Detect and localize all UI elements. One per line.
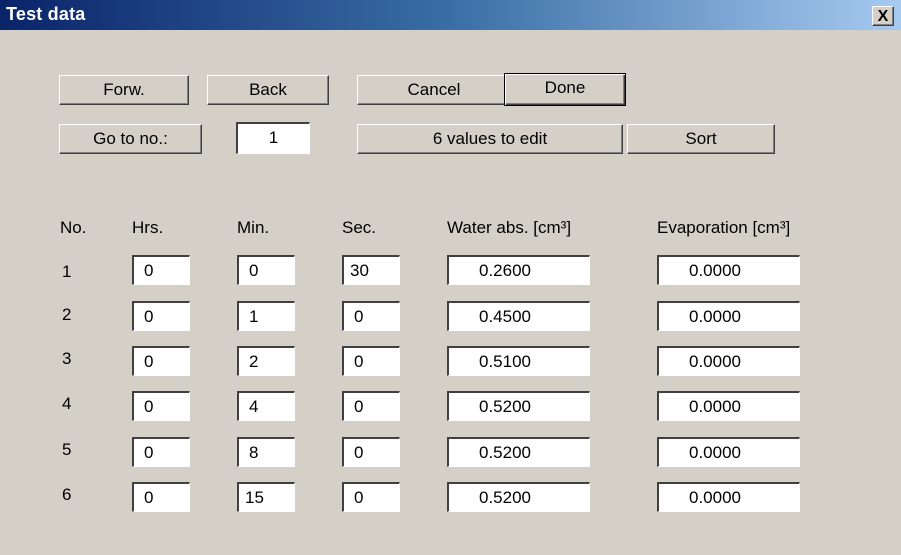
hours-field[interactable]: 0 bbox=[132, 346, 190, 376]
water-abs-field[interactable]: 0.5100 bbox=[447, 346, 590, 376]
water-abs-value: 0.5200 bbox=[479, 488, 531, 507]
seconds-field[interactable]: 0 bbox=[342, 346, 400, 376]
hours-value: 0 bbox=[144, 488, 154, 507]
seconds-value: 0 bbox=[354, 352, 364, 371]
values-to-edit-button[interactable]: 6 values to edit bbox=[357, 124, 623, 154]
water-abs-field[interactable]: 0.5200 bbox=[447, 437, 590, 467]
water-abs-value: 0.4500 bbox=[479, 307, 531, 326]
seconds-value: 30 bbox=[350, 261, 369, 280]
seconds-field[interactable]: 30 bbox=[342, 255, 400, 285]
hours-value: 0 bbox=[144, 307, 154, 326]
evaporation-value: 0.0000 bbox=[689, 397, 741, 416]
water-abs-field[interactable]: 0.5200 bbox=[447, 482, 590, 512]
header-seconds: Sec. bbox=[342, 218, 377, 237]
hours-field[interactable]: 0 bbox=[132, 482, 190, 512]
seconds-value: 0 bbox=[354, 443, 364, 462]
water-abs-field[interactable]: 0.5200 bbox=[447, 391, 590, 421]
minutes-field[interactable]: 15 bbox=[237, 482, 295, 512]
row-number: 6 bbox=[62, 485, 72, 504]
minutes-value: 8 bbox=[249, 443, 259, 462]
evaporation-field[interactable]: 0.0000 bbox=[657, 482, 800, 512]
row-number: 2 bbox=[62, 305, 72, 324]
seconds-field[interactable]: 0 bbox=[342, 301, 400, 331]
evaporation-value: 0.0000 bbox=[689, 307, 741, 326]
minutes-value: 1 bbox=[249, 307, 259, 326]
water-abs-value: 0.5200 bbox=[479, 443, 531, 462]
evaporation-value: 0.0000 bbox=[689, 261, 741, 280]
water-abs-field[interactable]: 0.4500 bbox=[447, 301, 590, 331]
back-button[interactable]: Back bbox=[207, 75, 329, 105]
window-title: Test data bbox=[6, 4, 86, 24]
go-to-number-input[interactable]: 1 bbox=[236, 122, 310, 154]
hours-field[interactable]: 0 bbox=[132, 301, 190, 331]
row-number: 4 bbox=[62, 394, 72, 413]
seconds-value: 0 bbox=[354, 397, 364, 416]
hours-field[interactable]: 0 bbox=[132, 437, 190, 467]
seconds-field[interactable]: 0 bbox=[342, 437, 400, 467]
seconds-value: 0 bbox=[354, 488, 364, 507]
sort-button[interactable]: Sort bbox=[627, 124, 775, 154]
minutes-value: 15 bbox=[245, 488, 264, 507]
hours-value: 0 bbox=[144, 352, 154, 371]
header-hours: Hrs. bbox=[132, 218, 164, 237]
minutes-value: 0 bbox=[249, 261, 259, 280]
minutes-field[interactable]: 4 bbox=[237, 391, 295, 421]
evaporation-field[interactable]: 0.0000 bbox=[657, 301, 800, 331]
evaporation-field[interactable]: 0.0000 bbox=[657, 255, 800, 285]
minutes-value: 4 bbox=[249, 397, 259, 416]
minutes-value: 2 bbox=[249, 352, 259, 371]
cancel-button[interactable]: Cancel bbox=[357, 75, 511, 105]
minutes-field[interactable]: 1 bbox=[237, 301, 295, 331]
minutes-field[interactable]: 8 bbox=[237, 437, 295, 467]
evaporation-field[interactable]: 0.0000 bbox=[657, 346, 800, 376]
minutes-field[interactable]: 2 bbox=[237, 346, 295, 376]
water-abs-field[interactable]: 0.2600 bbox=[447, 255, 590, 285]
minutes-field[interactable]: 0 bbox=[237, 255, 295, 285]
evaporation-field[interactable]: 0.0000 bbox=[657, 437, 800, 467]
test-data-dialog: Test data X Forw. Back Cancel Done Go to… bbox=[0, 0, 901, 555]
header-minutes: Min. bbox=[237, 218, 270, 237]
evaporation-value: 0.0000 bbox=[689, 443, 741, 462]
seconds-field[interactable]: 0 bbox=[342, 391, 400, 421]
hours-value: 0 bbox=[144, 397, 154, 416]
close-button[interactable]: X bbox=[872, 6, 894, 26]
go-to-number-value: 1 bbox=[268, 128, 279, 147]
evaporation-field[interactable]: 0.0000 bbox=[657, 391, 800, 421]
forward-button[interactable]: Forw. bbox=[59, 75, 189, 105]
seconds-value: 0 bbox=[354, 307, 364, 326]
go-to-number-button[interactable]: Go to no.: bbox=[59, 124, 202, 154]
title-bar: Test data X bbox=[0, 0, 901, 30]
hours-field[interactable]: 0 bbox=[132, 255, 190, 285]
water-abs-value: 0.5100 bbox=[479, 352, 531, 371]
evaporation-value: 0.0000 bbox=[689, 488, 741, 507]
hours-value: 0 bbox=[144, 261, 154, 280]
header-no: No. bbox=[60, 218, 87, 237]
hours-field[interactable]: 0 bbox=[132, 391, 190, 421]
header-water-abs: Water abs. [cm³] bbox=[447, 218, 572, 237]
done-button[interactable]: Done bbox=[504, 73, 626, 106]
row-number: 3 bbox=[62, 349, 72, 368]
header-evaporation: Evaporation [cm³] bbox=[657, 218, 791, 237]
hours-value: 0 bbox=[144, 443, 154, 462]
row-number: 5 bbox=[62, 440, 72, 459]
row-number: 1 bbox=[62, 262, 72, 281]
evaporation-value: 0.0000 bbox=[689, 352, 741, 371]
seconds-field[interactable]: 0 bbox=[342, 482, 400, 512]
water-abs-value: 0.5200 bbox=[479, 397, 531, 416]
water-abs-value: 0.2600 bbox=[479, 261, 531, 280]
